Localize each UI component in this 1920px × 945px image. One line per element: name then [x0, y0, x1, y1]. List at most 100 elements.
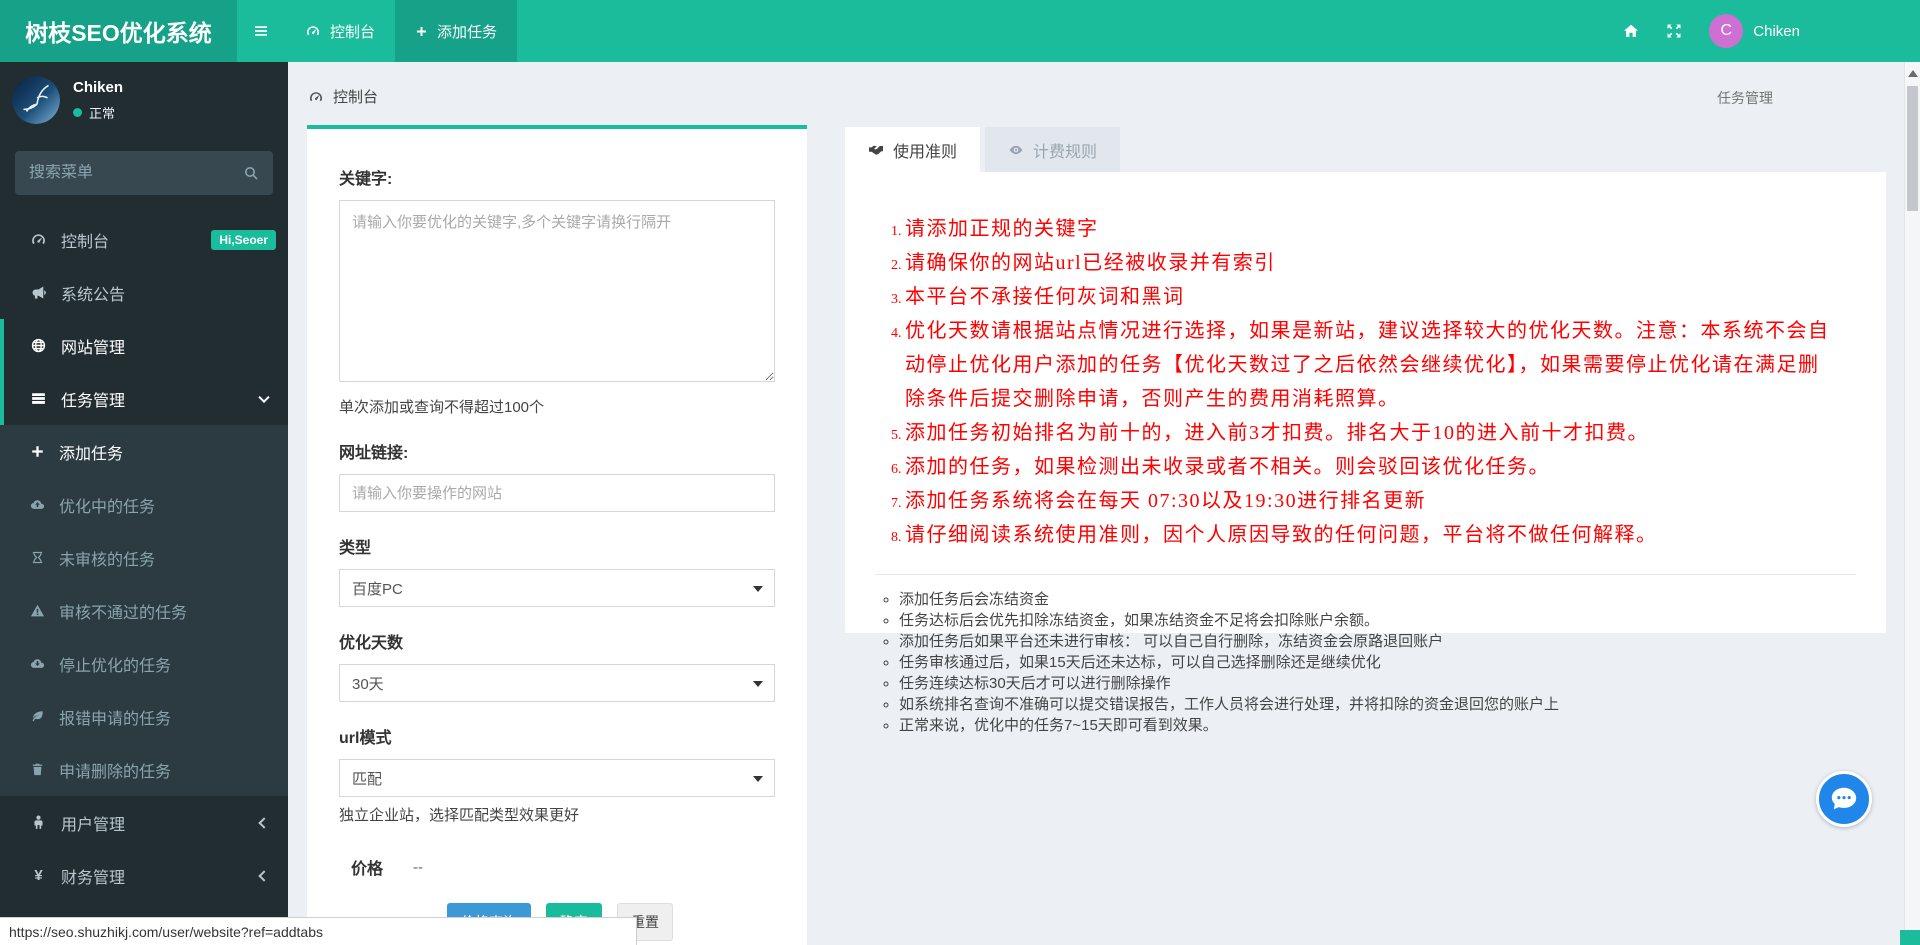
note-item: 正常来说，优化中的任务7~15天即可看到效果。 [899, 715, 1856, 736]
sidebar-item-unreviewed-tasks[interactable]: 未审核的任务 [0, 531, 288, 584]
chat-widget-button[interactable] [1816, 771, 1872, 827]
sidebar-user-name: Chiken [73, 78, 124, 96]
status-label: 正常 [89, 105, 116, 121]
caret-down-icon [753, 586, 763, 592]
app-root: 树枝SEO优化系统 控制台 添加任务 C Chiken Chiken 正常 搜索… [0, 0, 1920, 945]
sidebar-item-add-task[interactable]: 添加任务 [0, 425, 288, 478]
tab-billing-rules[interactable]: 计费规则 [985, 127, 1121, 172]
url-mode-select[interactable]: 匹配 [339, 759, 775, 797]
user-menu[interactable]: C Chiken [1709, 14, 1800, 48]
website-url-label: 网址链接: [339, 445, 409, 462]
url-mode-select-value: 匹配 [352, 770, 383, 788]
sidebar-item-label: 任务管理 [61, 392, 126, 410]
caret-down-icon [753, 681, 763, 687]
expand-icon [1666, 23, 1682, 39]
avatar: C [1709, 14, 1744, 48]
search-icon[interactable] [243, 165, 259, 181]
nav-item-dashboard[interactable]: 控制台 [285, 0, 395, 62]
scroll-up-arrow-icon[interactable] [1908, 70, 1918, 77]
website-url-input[interactable] [339, 474, 775, 512]
sidebar-item-delete-request-tasks[interactable]: 申请删除的任务 [0, 743, 288, 796]
note-item: 任务达标后会优先扣除冻结资金，如果冻结资金不足将会扣除账户余额。 [899, 610, 1856, 631]
warning-icon [30, 603, 45, 618]
sidebar-item-label: 网站管理 [61, 339, 126, 357]
breadcrumb-label: 控制台 [333, 89, 379, 106]
link-status-bar: https://seo.shuzhikj.com/user/website?re… [0, 917, 637, 945]
hamburger-icon [253, 23, 269, 39]
breadcrumb: 控制台 [308, 86, 378, 107]
sidebar-toggle-button[interactable] [237, 0, 285, 62]
yen-icon: ¥ [34, 867, 43, 884]
tab-label: 使用准则 [893, 143, 958, 161]
chevron-left-icon [258, 869, 270, 882]
menu-search-input[interactable] [29, 164, 243, 182]
sidebar-item-announcements[interactable]: 系统公告 [0, 266, 288, 319]
tab-usage-rules[interactable]: 使用准则 [845, 127, 981, 172]
gauge-icon [308, 89, 324, 105]
scrollbar-thumb[interactable] [1907, 86, 1918, 211]
price-row: 价格 -- [339, 855, 775, 879]
rule-item: 添加任务系统将会在每天 07:30以及19:30进行排名更新 [905, 484, 1840, 518]
usage-rules-panel: 请添加正规的关键字 请确保你的网站url已经被收录并有索引 本平台不承接任何灰词… [845, 172, 1886, 734]
cloud-upload-icon [30, 497, 45, 512]
sidebar-item-stopped-tasks[interactable]: 停止优化的任务 [0, 637, 288, 690]
username: Chiken [1753, 22, 1800, 40]
sidebar-item-websites[interactable]: 网站管理 [0, 319, 288, 372]
sidebar-item-optimizing-tasks[interactable]: 优化中的任务 [0, 478, 288, 531]
sidebar-menu: 控制台 Hi,Seoer 系统公告 网站管理 任务管理 添加任务 优化中的任务 … [0, 213, 288, 902]
sidebar-item-tasks[interactable]: 任务管理 [0, 372, 288, 425]
brand-logo[interactable]: 树枝SEO优化系统 [0, 0, 237, 62]
sidebar-item-dashboard[interactable]: 控制台 Hi,Seoer [0, 213, 288, 266]
cloud-download-icon [30, 656, 45, 671]
tasks-icon [30, 390, 47, 407]
tab-label: 计费规则 [1033, 143, 1098, 161]
plus-icon [30, 444, 45, 459]
sidebar-item-error-report-tasks[interactable]: 报错申请的任务 [0, 690, 288, 743]
sidebar-item-user-management[interactable]: 用户管理 [0, 796, 288, 849]
nav-tab-add-task[interactable]: 添加任务 [395, 0, 518, 62]
user-status[interactable]: 正常 [73, 103, 123, 122]
note-item: 添加任务后会冻结资金 [899, 589, 1856, 610]
url-mode-label: url模式 [339, 730, 392, 747]
price-value: -- [413, 858, 424, 876]
home-icon [1623, 23, 1639, 39]
note-item: 如系统排名查询不准确可以提交错误报告，工作人员将会进行处理，并将扣除的资金退回您… [899, 694, 1856, 715]
nav-item-label: 控制台 [330, 23, 376, 41]
bullhorn-icon [30, 284, 47, 301]
sidebar-item-label: 未审核的任务 [59, 551, 156, 569]
sidebar-item-finance-management[interactable]: ¥ 财务管理 [0, 849, 288, 902]
sidebar-item-label: 报错申请的任务 [59, 710, 172, 728]
rule-item: 添加的任务，如果检测出未收录或者不相关。则会驳回该优化任务。 [905, 450, 1840, 484]
fullscreen-button[interactable] [1666, 23, 1682, 39]
rule-item: 本平台不承接任何灰词和黑词 [905, 280, 1840, 314]
type-select[interactable]: 百度PC [339, 569, 775, 607]
sidebar-item-label: 添加任务 [59, 445, 124, 463]
plus-icon [415, 25, 428, 38]
price-label: 价格 [351, 861, 384, 878]
person-icon [30, 814, 47, 831]
rule-item: 优化天数请根据站点情况进行选择，如果是新站，建议选择较大的优化天数。注意：本系统… [905, 314, 1840, 416]
handshake-icon [868, 142, 884, 158]
chevron-down-icon [258, 391, 270, 403]
caret-down-icon [753, 776, 763, 782]
home-button[interactable] [1623, 23, 1639, 39]
note-item: 任务连续达标30天后才可以进行删除操作 [899, 673, 1856, 694]
breadcrumb-section: 任务管理 [1717, 90, 1773, 106]
type-label: 类型 [339, 540, 372, 557]
top-navbar: 树枝SEO优化系统 控制台 添加任务 C Chiken [0, 0, 1920, 62]
sidebar-item-label: 控制台 [61, 233, 110, 251]
keywords-textarea[interactable] [339, 200, 775, 382]
rule-item: 请仔细阅读系统使用准则，因个人原因导致的任何问题，平台将不做任何解释。 [905, 518, 1840, 552]
chat-bubble-icon [1829, 784, 1859, 814]
navbar-right: C Chiken [1623, 0, 1800, 62]
keyword-label: 关键字: [339, 171, 393, 188]
days-select[interactable]: 30天 [339, 664, 775, 702]
sidebar-item-label: 财务管理 [61, 869, 126, 887]
rule-item: 添加任务初始排名为前十的，进入前3才扣费。排名大于10的进入前十才扣费。 [905, 416, 1840, 450]
trash-icon [30, 762, 45, 777]
sidebar-item-rejected-tasks[interactable]: 审核不通过的任务 [0, 584, 288, 637]
sidebar-item-label: 系统公告 [61, 286, 126, 304]
notes-list: 添加任务后会冻结资金 任务达标后会优先扣除冻结资金，如果冻结资金不足将会扣除账户… [875, 589, 1856, 736]
tasks-submenu: 添加任务 优化中的任务 未审核的任务 审核不通过的任务 停止优化的任务 报错申请… [0, 425, 288, 796]
globe-icon [30, 337, 47, 354]
